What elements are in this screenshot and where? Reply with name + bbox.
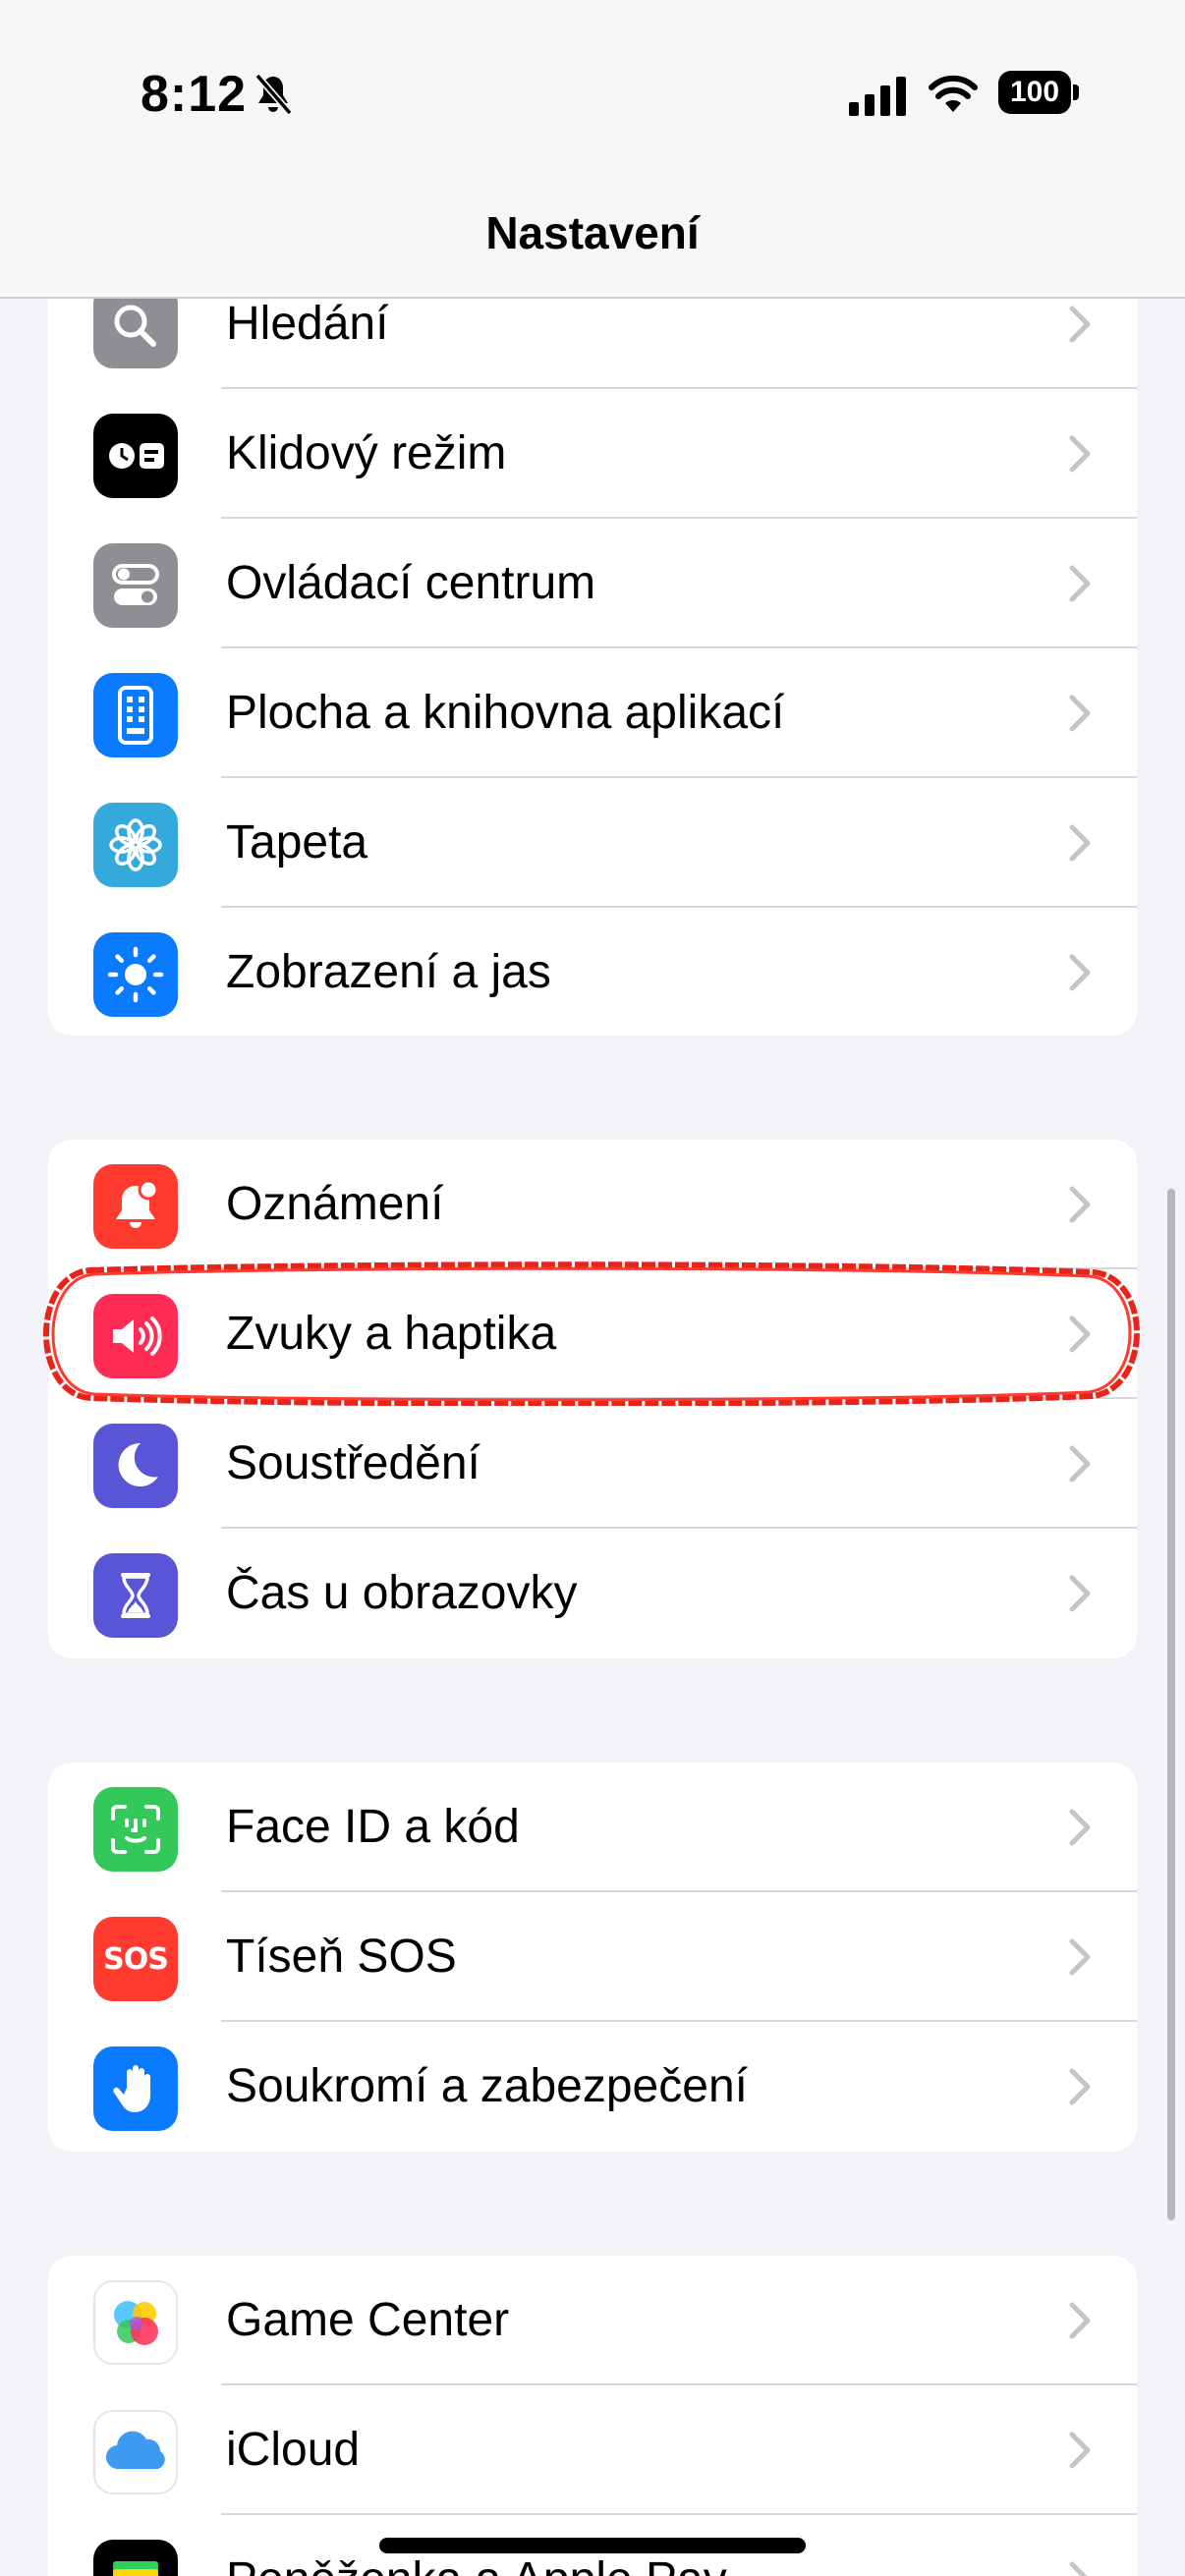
status-time: 8:12 (141, 66, 248, 123)
settings-row-label: Face ID a kód (226, 1801, 520, 1853)
standby-icon (93, 414, 178, 498)
settings-row-label: Klidový režim (226, 427, 507, 479)
settings-row-label: Tapeta (226, 816, 368, 868)
search-icon (93, 299, 178, 368)
chevron-right-icon (1069, 2302, 1091, 2339)
bell-icon (93, 1164, 178, 1249)
battery-level: 100 (998, 71, 1071, 114)
settings-row-face-id[interactable]: Face ID a kód (48, 1763, 1137, 1892)
settings-row-wallpaper[interactable]: Tapeta (48, 778, 1137, 908)
settings-group-security: Face ID a kód SOS Tíseň SOS Soukromí a z… (48, 1763, 1137, 2152)
chevron-right-icon (1069, 1809, 1091, 1846)
gamecenter-icon (93, 2280, 178, 2365)
hand-icon (93, 2046, 178, 2131)
sos-icon-text: SOS (103, 1941, 169, 1977)
chevron-right-icon (1069, 2432, 1091, 2469)
icloud-icon (93, 2410, 178, 2494)
chevron-right-icon (1069, 954, 1091, 991)
wifi-icon (929, 75, 978, 112)
sun-icon (93, 932, 178, 1017)
settings-row-label: Soustředění (226, 1437, 480, 1489)
settings-row-control-center[interactable]: Ovládací centrum (48, 519, 1137, 648)
settings-row-notifications[interactable]: Oznámení (48, 1140, 1137, 1269)
highlight-ellipse-annotation (43, 1261, 1140, 1406)
toggles-icon (93, 543, 178, 628)
chevron-right-icon (1069, 1575, 1091, 1612)
chevron-right-icon (1069, 435, 1091, 473)
sos-icon: SOS (93, 1917, 178, 2001)
settings-row-game-center[interactable]: Game Center (48, 2256, 1137, 2385)
chevron-right-icon (1069, 2561, 1088, 2576)
chevron-right-icon (1069, 1938, 1091, 1976)
settings-group-accounts: Game Center iCloud Peněženka a Apple Pay (48, 2256, 1137, 2576)
chevron-right-icon (1069, 565, 1091, 602)
chevron-right-icon (1069, 1186, 1091, 1223)
settings-row-label: Soukromí a zabezpečení (226, 2060, 748, 2112)
battery-tip (1073, 84, 1079, 100)
scrollbar[interactable] (1167, 1189, 1175, 2220)
settings-row-standby[interactable]: Klidový režim (48, 389, 1137, 519)
settings-row-label: Zobrazení a jas (226, 946, 551, 998)
chevron-right-icon (1069, 695, 1091, 732)
cellular-signal-icon (849, 77, 906, 116)
settings-row-icloud[interactable]: iCloud (48, 2385, 1137, 2515)
status-bar: 8:12 100 (0, 0, 1185, 187)
settings-list[interactable]: Hledání Klidový režim Ovládací centrum P… (0, 299, 1185, 2576)
navigation-bar: Nastavení (0, 187, 1185, 299)
settings-row-label: Plocha a knihovna aplikací (226, 687, 785, 739)
hourglass-icon (93, 1553, 178, 1638)
settings-row-screen-time[interactable]: Čas u obrazovky (48, 1529, 1137, 1658)
settings-row-emergency-sos[interactable]: SOS Tíseň SOS (48, 1892, 1137, 2022)
chevron-right-icon (1069, 824, 1091, 862)
settings-row-focus[interactable]: Soustředění (48, 1399, 1137, 1529)
chevron-right-icon (1069, 2068, 1091, 2105)
settings-row-home-screen[interactable]: Plocha a knihovna aplikací (48, 648, 1137, 778)
bell-slash-icon (254, 73, 293, 116)
home-indicator[interactable] (379, 2538, 806, 2553)
settings-row-privacy[interactable]: Soukromí a zabezpečení (48, 2022, 1137, 2152)
settings-row-label: iCloud (226, 2424, 361, 2476)
wallet-icon (93, 2540, 178, 2576)
battery-indicator: 100 (998, 71, 1079, 116)
settings-row-label: Oznámení (226, 1178, 444, 1230)
settings-row-label: Tíseň SOS (226, 1931, 457, 1983)
homescreen-icon (93, 673, 178, 757)
settings-row-label: Hledání (226, 299, 389, 350)
chevron-right-icon (1069, 1445, 1091, 1483)
page-title: Nastavení (485, 207, 700, 258)
settings-row-label: Ovládací centrum (226, 557, 596, 609)
settings-row-search[interactable]: Hledání (48, 299, 1137, 389)
faceid-icon (93, 1787, 178, 1872)
settings-row-display[interactable]: Zobrazení a jas (48, 908, 1137, 1036)
settings-row-label: Čas u obrazovky (226, 1567, 578, 1619)
settings-group-general: Hledání Klidový režim Ovládací centrum P… (48, 299, 1137, 1036)
chevron-right-icon (1069, 306, 1091, 343)
moon-icon (93, 1424, 178, 1508)
flower-icon (93, 803, 178, 887)
settings-row-label: Game Center (226, 2294, 510, 2346)
